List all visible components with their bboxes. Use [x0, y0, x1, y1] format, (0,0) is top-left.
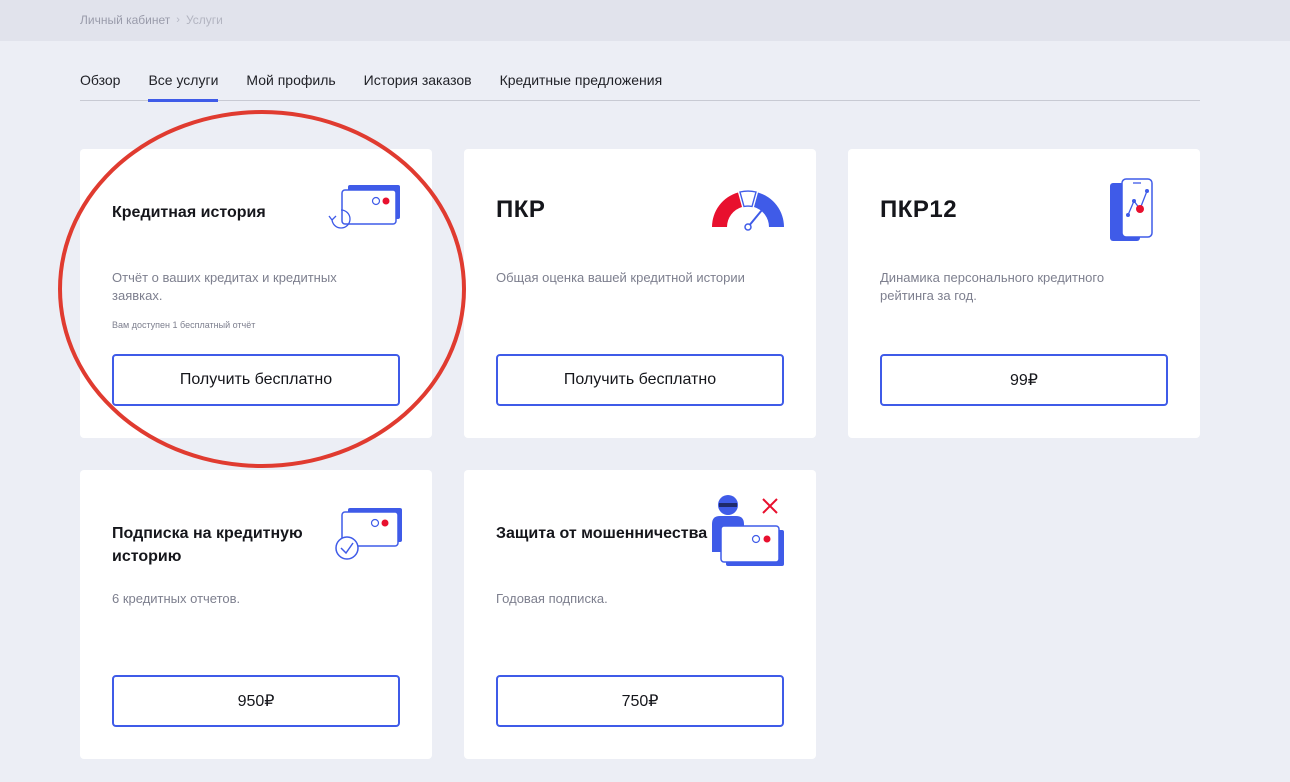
subscription-check-icon	[335, 508, 402, 560]
card-fraud-protection: Защита от мошенничества Годовая подписка…	[464, 470, 816, 759]
breadcrumb: Личный кабинет › Услуги	[80, 13, 223, 27]
card-description: Отчёт о ваших кредитах и кредитных заявк…	[112, 270, 337, 303]
card-pkr: ПКР Общая оценка вашей кредитной истории…	[464, 149, 816, 438]
breadcrumb-home[interactable]: Личный кабинет	[80, 13, 170, 27]
get-free-pkr-button[interactable]: Получить бесплатно	[496, 354, 784, 406]
card-credit-history: Кредитная история Отчёт о ваших кредитах…	[80, 149, 432, 438]
card-description: 6 кредитных отчетов.	[112, 591, 241, 606]
card-description: Динамика персонального кредитного рейтин…	[880, 270, 1105, 303]
tab-order-history[interactable]: История заказов	[364, 70, 472, 101]
gauge-icon	[712, 190, 784, 231]
card-title: Защита от мошенничества	[496, 525, 708, 542]
card-pkr12: ПКР12 Динамика персонального кредитного …	[848, 149, 1200, 438]
tab-all-services[interactable]: Все услуги	[148, 70, 218, 102]
buy-fraud-protection-button[interactable]: 750₽	[496, 675, 784, 727]
free-report-note: Вам доступен 1 бесплатный отчёт	[112, 320, 256, 330]
tab-bar: Обзор Все услуги Мой профиль История зак…	[80, 70, 1200, 102]
tab-my-profile[interactable]: Мой профиль	[246, 70, 335, 101]
card-title: Кредитная история	[112, 204, 266, 221]
buy-subscription-button[interactable]: 950₽	[112, 675, 400, 727]
tab-overview[interactable]: Обзор	[80, 70, 120, 101]
card-title: ПКР12	[880, 196, 958, 223]
get-free-credit-history-button[interactable]: Получить бесплатно	[112, 354, 400, 406]
breadcrumb-separator-icon: ›	[176, 14, 180, 26]
buy-pkr12-button[interactable]: 99₽	[880, 354, 1168, 406]
top-bar: Личный кабинет › Услуги	[0, 0, 1290, 41]
card-subscription: Подписка на кредитную историю 6 кредитны…	[80, 470, 432, 759]
card-description: Общая оценка вашей кредитной истории	[496, 270, 745, 285]
phone-chart-icon	[1110, 178, 1153, 241]
card-description: Годовая подписка.	[496, 591, 608, 606]
card-title: ПКР	[496, 196, 546, 223]
card-title: Подписка на кредитную историю	[112, 525, 303, 565]
credit-history-icon	[328, 185, 400, 229]
breadcrumb-current: Услуги	[185, 13, 223, 27]
tab-credit-offers[interactable]: Кредитные предложения	[500, 70, 663, 101]
fraud-protection-icon	[712, 495, 784, 566]
